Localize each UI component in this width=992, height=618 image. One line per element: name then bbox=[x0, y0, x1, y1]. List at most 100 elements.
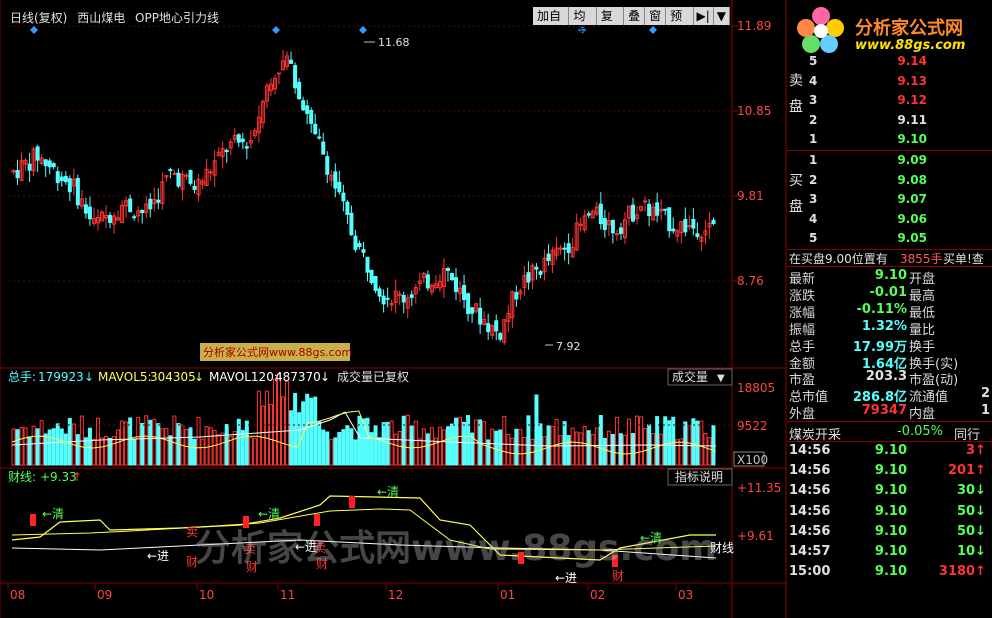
x-axis-label: 08 bbox=[10, 588, 25, 602]
volume-bar bbox=[15, 429, 20, 466]
logo-url[interactable]: www.88gs.com bbox=[855, 38, 965, 53]
period-label[interactable]: 日线(复权) bbox=[10, 11, 67, 25]
buy-info-bar[interactable]: 在买盘9.00位置有 3855手 买单!查 bbox=[787, 250, 992, 266]
candle-body bbox=[132, 216, 137, 219]
volume-bar bbox=[31, 425, 36, 466]
volume-bar bbox=[409, 425, 414, 466]
stat-value: -0.01 bbox=[869, 284, 907, 300]
volume-bar bbox=[526, 415, 531, 466]
volume-bar bbox=[429, 427, 434, 466]
arrow-up-icon: ↑ bbox=[72, 470, 82, 484]
volume-bar bbox=[232, 431, 237, 466]
bid-row[interactable]: 2 9.08 bbox=[807, 173, 992, 192]
candle-body bbox=[51, 163, 56, 168]
tick-price: 9.10 bbox=[874, 523, 907, 539]
bid-level: 2 bbox=[809, 172, 818, 187]
volume-bar bbox=[248, 437, 253, 466]
volume-bar bbox=[675, 439, 680, 466]
chart-canvas[interactable]: 11.89 10.85 9.81 8.76 11.68 7.92 分析家公式网www.88g… bbox=[0, 0, 787, 618]
ask-row[interactable]: 4 9.13 bbox=[807, 74, 992, 93]
ask-row[interactable]: 3 9.12 bbox=[807, 93, 992, 112]
sector-row[interactable]: 煤炭开采 -0.05% 同行 bbox=[787, 424, 992, 443]
candle-body bbox=[87, 206, 92, 220]
candle-body bbox=[277, 72, 282, 75]
x-axis-label: 01 bbox=[500, 588, 515, 602]
clear-signal-label: ←清 bbox=[42, 507, 64, 521]
ask-level: 2 bbox=[809, 112, 818, 127]
volume-bar bbox=[305, 393, 310, 466]
bid-row[interactable]: 5 9.05 bbox=[807, 231, 992, 250]
volume-bar bbox=[522, 437, 527, 466]
volume-bar bbox=[602, 438, 607, 466]
candle-body bbox=[369, 269, 374, 284]
skip-end-icon[interactable]: ▶| bbox=[693, 7, 714, 25]
candle-body bbox=[566, 243, 571, 253]
stat-value: 79347 bbox=[861, 403, 907, 419]
chevron-down-icon: ▼ bbox=[717, 373, 725, 384]
volume-bar bbox=[510, 437, 515, 466]
ask-row[interactable]: 5 9.14 bbox=[807, 54, 992, 73]
tick-volume: 3180 bbox=[938, 564, 976, 580]
candle-body bbox=[208, 171, 213, 174]
tick-time: 14:56 bbox=[789, 483, 831, 499]
buy-info-link[interactable]: 买单!查 bbox=[943, 250, 984, 267]
overlay-button[interactable]: 叠 bbox=[624, 7, 646, 25]
volume-bar bbox=[566, 435, 571, 466]
price-tick-label: 9.81 bbox=[737, 189, 764, 203]
candle-body bbox=[526, 272, 531, 283]
stat-row: 涨幅 -0.11% 最低 bbox=[787, 302, 992, 321]
candle-body bbox=[667, 207, 672, 232]
indicator-axis-label: +11.35 bbox=[737, 481, 781, 495]
forecast-button[interactable]: 预测 bbox=[666, 7, 694, 39]
volume-bar bbox=[514, 428, 519, 466]
ask-level: 1 bbox=[809, 132, 818, 146]
volume-bar bbox=[357, 415, 362, 466]
bid-price: 9.05 bbox=[897, 231, 927, 245]
candle-body bbox=[47, 160, 52, 168]
candle-body bbox=[172, 172, 177, 175]
ask-row[interactable]: 1 9.10 bbox=[807, 132, 992, 151]
volume-bar bbox=[317, 421, 322, 466]
adjust-button[interactable]: 复权 bbox=[596, 7, 625, 39]
tick-volume: 201 bbox=[947, 463, 976, 479]
tick-time: 14:56 bbox=[789, 463, 831, 479]
volume-bar bbox=[43, 433, 48, 466]
volume-bar bbox=[112, 436, 117, 466]
volume-bar bbox=[337, 431, 342, 466]
tick-volume: 10 bbox=[957, 544, 976, 559]
volume-bar bbox=[474, 419, 479, 466]
volume-bar bbox=[458, 416, 463, 466]
toolbar: 加自选 均线 复权 叠 窗 预测 ▶| ▼ bbox=[533, 7, 731, 39]
bid-level: 3 bbox=[809, 192, 818, 206]
volume-bar bbox=[124, 421, 129, 466]
signal-block bbox=[314, 514, 320, 526]
volume-bar bbox=[598, 415, 603, 466]
candle-body bbox=[297, 81, 302, 100]
bid-row[interactable]: 1 9.09 bbox=[807, 153, 992, 172]
volume-bar bbox=[578, 432, 583, 466]
volume-bar bbox=[200, 438, 205, 466]
indicator-name: OPP地心引力线 bbox=[135, 11, 219, 25]
add-watchlist-button[interactable]: 加自选 bbox=[533, 7, 570, 39]
candle-body bbox=[301, 100, 306, 111]
volume-bar bbox=[389, 420, 394, 466]
volume-bar bbox=[639, 416, 644, 466]
volume-bar bbox=[160, 428, 165, 466]
volume-bar bbox=[333, 437, 338, 466]
volume-bar bbox=[268, 403, 273, 466]
arrow-down-icon: ↓ bbox=[975, 483, 986, 499]
tick-volume: 50 bbox=[957, 503, 976, 519]
moving-average-button[interactable]: 均线 bbox=[569, 7, 597, 39]
dropdown-icon[interactable]: ▼ bbox=[713, 7, 731, 25]
ask-row[interactable]: 2 9.11 bbox=[807, 113, 992, 132]
window-button[interactable]: 窗 bbox=[645, 7, 667, 25]
ask-price: 9.11 bbox=[897, 112, 927, 127]
price-tick-label: 8.76 bbox=[737, 274, 764, 288]
bid-row[interactable]: 4 9.06 bbox=[807, 212, 992, 231]
candle-body bbox=[631, 204, 636, 222]
tick-row: 14:57 9.10 10↓ bbox=[787, 544, 992, 564]
candle-body bbox=[108, 214, 113, 223]
bid-row[interactable]: 3 9.07 bbox=[807, 192, 992, 211]
candle-body bbox=[445, 268, 450, 271]
arrow-up-icon: ↑ bbox=[975, 463, 986, 479]
